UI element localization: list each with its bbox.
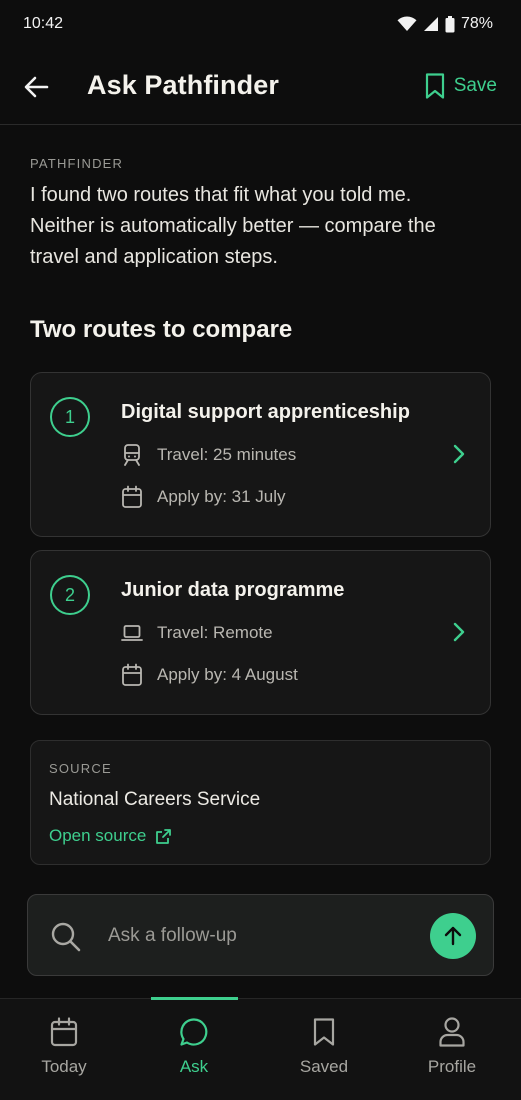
route-travel: Travel: 25 minutes xyxy=(121,443,296,467)
chat-bubble-icon xyxy=(180,1018,208,1046)
status-time: 10:42 xyxy=(23,15,64,32)
nav-label: Saved xyxy=(299,1057,349,1076)
train-icon xyxy=(124,444,140,466)
route-travel-text: Travel: 25 minutes xyxy=(157,445,297,464)
nav-label: Profile xyxy=(427,1057,477,1076)
route-number-badge: 2 xyxy=(50,575,90,615)
battery-icon xyxy=(445,15,455,32)
send-button[interactable] xyxy=(430,913,476,959)
back-arrow-icon xyxy=(24,76,49,98)
route-card-2[interactable]: 2 Junior data programme Travel: Remote A… xyxy=(30,550,491,715)
chevron-right-icon xyxy=(453,444,465,464)
app-header: Ask Pathfinder Save xyxy=(0,48,521,125)
route-card-1[interactable]: 1 Digital support apprenticeship Travel:… xyxy=(30,372,491,537)
open-source-link[interactable]: Open source xyxy=(49,826,172,846)
assistant-label: PATHFINDER xyxy=(30,156,124,171)
followup-input[interactable] xyxy=(108,917,408,955)
section-title: Two routes to compare xyxy=(30,316,293,343)
bookmark-icon xyxy=(425,73,444,99)
route-apply-text: Apply by: 4 August xyxy=(157,665,298,684)
route-title: Digital support apprenticeship xyxy=(121,401,410,423)
page-title: Ask Pathfinder xyxy=(87,70,279,100)
chevron-right-icon xyxy=(453,622,465,642)
arrow-up-icon xyxy=(444,926,462,946)
nav-item-saved[interactable]: Saved xyxy=(269,1017,379,1077)
nav-item-today[interactable]: Today xyxy=(9,1017,119,1077)
person-icon xyxy=(439,1017,465,1047)
cellular-signal-icon xyxy=(423,17,438,31)
save-label: Save xyxy=(453,75,497,96)
calendar-icon xyxy=(122,663,142,686)
save-button[interactable]: Save xyxy=(424,72,497,100)
route-apply-text: Apply by: 31 July xyxy=(157,487,286,506)
external-link-icon xyxy=(156,828,172,844)
assistant-message: I found two routes that fit what you tol… xyxy=(30,184,436,268)
nav-item-profile[interactable]: Profile xyxy=(397,1017,507,1077)
bookmark-icon xyxy=(313,1018,335,1046)
nav-label: Today xyxy=(41,1057,87,1076)
battery-percentage: 78% xyxy=(460,15,493,32)
back-button[interactable] xyxy=(22,72,52,102)
laptop-icon xyxy=(121,625,143,641)
status-bar: 10:42 78% xyxy=(0,0,521,48)
status-icons: 78% xyxy=(397,15,493,33)
search-icon xyxy=(51,922,81,952)
route-apply: Apply by: 4 August xyxy=(121,663,298,687)
nav-item-ask[interactable]: Ask xyxy=(139,1017,249,1077)
route-title: Junior data programme xyxy=(121,579,345,601)
calendar-icon xyxy=(50,1017,78,1047)
source-name: National Careers Service xyxy=(49,789,261,810)
followup-bar xyxy=(27,894,494,976)
calendar-icon xyxy=(122,485,142,508)
bottom-nav: Today Ask Saved Profile xyxy=(0,997,521,1100)
nav-label: Ask xyxy=(179,1057,209,1076)
route-apply: Apply by: 31 July xyxy=(121,485,286,509)
open-source-label: Open source xyxy=(49,826,147,845)
source-card: SOURCE National Careers Service Open sou… xyxy=(30,740,491,865)
route-number-badge: 1 xyxy=(50,397,90,437)
route-travel-text: Travel: Remote xyxy=(157,623,273,642)
route-travel: Travel: Remote xyxy=(121,621,273,645)
source-label: SOURCE xyxy=(49,761,112,776)
active-tab-indicator xyxy=(151,997,238,1000)
wifi-icon xyxy=(397,16,417,31)
